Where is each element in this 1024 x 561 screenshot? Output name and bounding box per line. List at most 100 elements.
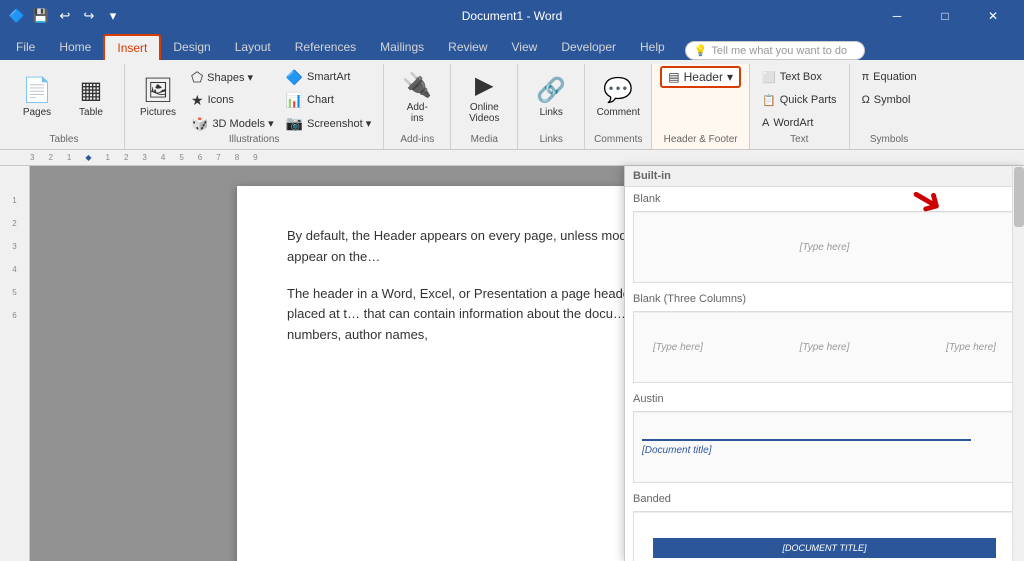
header-footer-label: Header & Footer (664, 134, 738, 147)
tab-help[interactable]: Help (628, 34, 677, 60)
banded-template[interactable]: [DOCUMENT TITLE] (633, 511, 1016, 561)
screenshot-icon: 📷 (286, 115, 303, 132)
pictures-button[interactable]: 🖼 Pictures (133, 66, 183, 128)
equation-button[interactable]: π Equation (858, 66, 921, 88)
header-button[interactable]: ▤ Header ▾ (660, 66, 741, 88)
smartart-button[interactable]: 🔷 SmartArt (282, 66, 376, 88)
icons-button[interactable]: ★ Icons (187, 89, 278, 111)
ribbon-group-media: ▶ OnlineVideos Media (451, 64, 518, 149)
austin-template-preview: [Document title] (634, 412, 1015, 482)
tab-home[interactable]: Home (47, 34, 103, 60)
quick-parts-icon: 📋 (762, 94, 776, 107)
tab-developer[interactable]: Developer (549, 34, 628, 60)
comments-group-label: Comments (594, 134, 642, 147)
illustrations-col2: 🔷 SmartArt 📊 Chart 📷 Screenshot ▾ (282, 66, 376, 134)
ribbon-group-header-footer: ▤ Header ▾ Header & Footer (652, 64, 750, 149)
pages-button[interactable]: 📄 Pages (12, 66, 62, 128)
pages-group-content: 📄 Pages ▦ Table (12, 66, 116, 134)
comment-icon: 💬 (603, 76, 633, 105)
blank-template[interactable]: [Type here] (633, 211, 1016, 283)
comments-group-content: 💬 Comment (593, 66, 643, 134)
text-group-label: Text (790, 134, 808, 147)
quick-parts-button[interactable]: 📋 Quick Parts (758, 89, 841, 111)
text-box-icon: ⬜ (762, 71, 776, 84)
chart-button[interactable]: 📊 Chart (282, 89, 376, 111)
text-box-button[interactable]: ⬜ Text Box (758, 66, 841, 88)
pages-group-label: Tables (50, 134, 79, 147)
tab-layout[interactable]: Layout (223, 34, 283, 60)
symbol-button[interactable]: Ω Symbol (858, 89, 921, 111)
lightbulb-icon: 💡 (694, 44, 708, 57)
symbols-col: π Equation Ω Symbol (858, 66, 921, 111)
addins-group-label: Add-ins (400, 134, 434, 147)
austin-preview-line: [Document title] (642, 439, 971, 456)
ribbon-group-comments: 💬 Comment Comments (585, 64, 652, 149)
ribbon-group-pages: 📄 Pages ▦ Table Tables (4, 64, 125, 149)
addins-button[interactable]: 🔌 Add-ins (392, 66, 442, 128)
quick-access-toolbar: 🔷 💾 ↩ ↪ ▾ (8, 7, 122, 25)
links-button[interactable]: 🔗 Links (526, 66, 576, 128)
redo-icon[interactable]: ↪ (80, 7, 98, 25)
equation-icon: π (862, 71, 870, 83)
pages-icon: 📄 (22, 76, 52, 105)
three-col-layout: [Type here] [Type here] [Type here] (653, 342, 996, 353)
symbols-group-label: Symbols (870, 134, 908, 147)
icons-icon: ★ (191, 92, 204, 109)
header-icon: ▤ (668, 70, 679, 84)
ribbon-group-symbols: π Equation Ω Symbol Symbols (850, 64, 929, 149)
media-group-label: Media (471, 134, 498, 147)
blank-three-columns-template[interactable]: [Type here] [Type here] [Type here] (633, 311, 1016, 383)
ribbon-group-text: ⬜ Text Box 📋 Quick Parts A WordArt Text (750, 64, 850, 149)
addins-group-content: 🔌 Add-ins (392, 66, 442, 134)
shapes-button[interactable]: ⬠ Shapes ▾ (187, 66, 278, 88)
ribbon-group-illustrations: 🖼 Pictures ⬠ Shapes ▾ ★ Icons 🎲 3D Model… (125, 64, 384, 149)
table-icon: ▦ (80, 76, 103, 105)
scrollbar-thumb[interactable] (1014, 167, 1024, 227)
header-dropdown-arrow: ▾ (727, 70, 733, 84)
illustrations-group-label: Illustrations (229, 134, 280, 147)
title-bar: 🔷 💾 ↩ ↪ ▾ Document1 - Word ─ □ ✕ (0, 0, 1024, 32)
banded-template-preview: [DOCUMENT TITLE] (634, 512, 1015, 561)
minimize-button[interactable]: ─ (874, 0, 920, 32)
close-button[interactable]: ✕ (970, 0, 1016, 32)
symbols-group-content: π Equation Ω Symbol (858, 66, 921, 134)
ruler: 3 2 1 ◆ 1 2 3 4 5 6 7 8 9 (0, 150, 1024, 166)
smartart-icon: 🔷 (286, 69, 303, 86)
tab-design[interactable]: Design (161, 34, 222, 60)
blank-template-preview: [Type here] (634, 212, 1015, 282)
dropdown-panel-header: Built-in (625, 166, 1024, 187)
austin-template[interactable]: [Document title] (633, 411, 1016, 483)
screenshot-button[interactable]: 📷 Screenshot ▾ (282, 112, 376, 134)
ruler-marks: 3 2 1 ◆ 1 2 3 4 5 6 7 8 9 (30, 153, 272, 162)
undo-icon[interactable]: ↩ (56, 7, 74, 25)
tab-mailings[interactable]: Mailings (368, 34, 436, 60)
ribbon-group-addins: 🔌 Add-ins Add-ins (384, 64, 451, 149)
tab-references[interactable]: References (283, 34, 368, 60)
chart-icon: 📊 (286, 92, 303, 109)
table-button[interactable]: ▦ Table (66, 66, 116, 128)
wordart-icon: A (762, 117, 769, 129)
comment-button[interactable]: 💬 Comment (593, 66, 643, 128)
ribbon-group-links: 🔗 Links Links (518, 64, 585, 149)
tab-view[interactable]: View (500, 34, 550, 60)
blank-three-columns-preview: [Type here] [Type here] [Type here] (634, 312, 1015, 382)
restore-button[interactable]: □ (922, 0, 968, 32)
header-dropdown-panel[interactable]: Built-in Blank [Type here] ➜ Blank (Thre… (624, 166, 1024, 561)
tell-me-input[interactable]: 💡 Tell me what you want to do (685, 41, 865, 60)
tab-file[interactable]: File (4, 34, 47, 60)
customize-icon[interactable]: ▾ (104, 7, 122, 25)
wordart-button[interactable]: A WordArt (758, 112, 841, 134)
banded-bar: [DOCUMENT TITLE] (653, 538, 996, 558)
header-footer-content: ▤ Header ▾ (660, 66, 741, 134)
austin-template-label: Austin (625, 387, 1024, 407)
text-col: ⬜ Text Box 📋 Quick Parts A WordArt (758, 66, 841, 134)
3d-models-icon: 🎲 (191, 115, 208, 132)
links-group-content: 🔗 Links (526, 66, 576, 134)
text-group-content: ⬜ Text Box 📋 Quick Parts A WordArt (758, 66, 841, 134)
tab-review[interactable]: Review (436, 34, 499, 60)
online-videos-button[interactable]: ▶ OnlineVideos (459, 66, 509, 128)
3d-models-button[interactable]: 🎲 3D Models ▾ (187, 112, 278, 134)
tab-insert[interactable]: Insert (103, 34, 161, 60)
save-icon[interactable]: 💾 (32, 7, 50, 25)
dropdown-scrollbar[interactable] (1012, 166, 1024, 561)
